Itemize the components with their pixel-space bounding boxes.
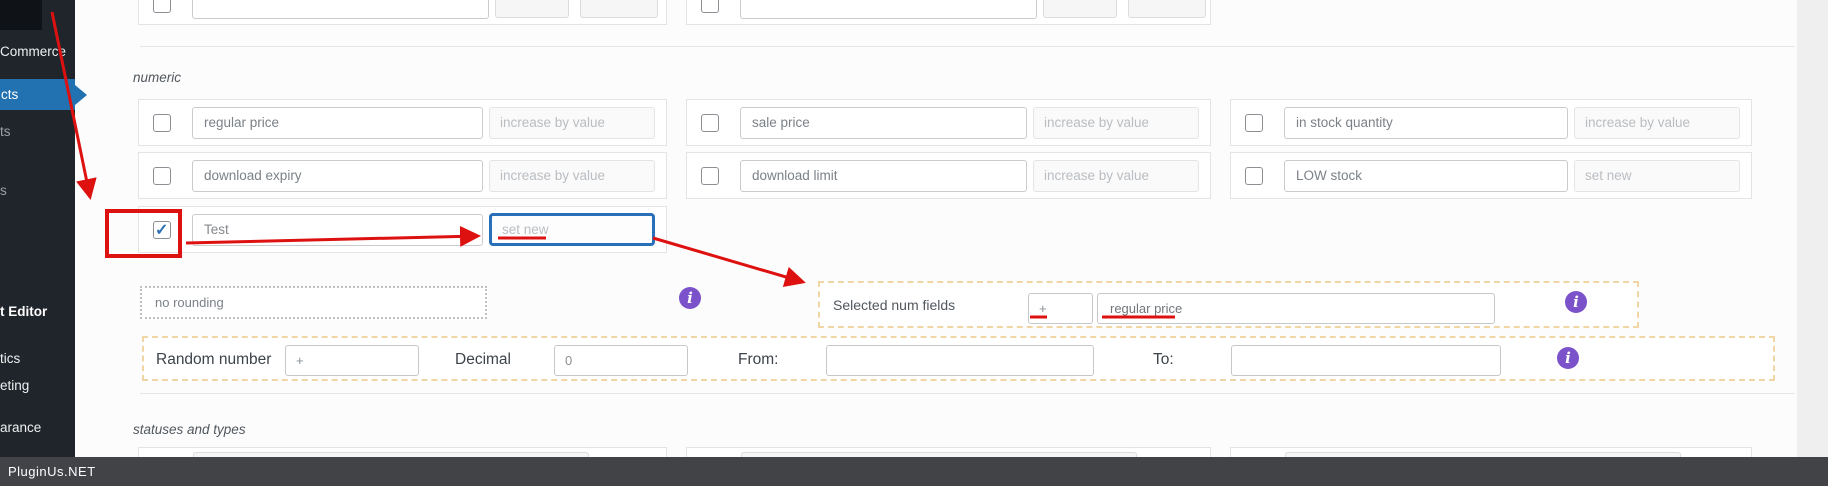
info-icon[interactable]: i <box>1565 291 1587 313</box>
admin-sidebar: Commerce cts ts s t Editor tics eting ar… <box>0 0 75 457</box>
field-row-in-stock-quantity <box>1230 99 1752 146</box>
to-input[interactable] <box>1231 345 1501 376</box>
sidebar-submenu-item-2[interactable]: s <box>0 183 75 198</box>
decimal-label: Decimal <box>455 351 511 368</box>
info-icon[interactable]: i <box>1557 347 1579 369</box>
sidebar-item-products-label: cts <box>1 87 19 102</box>
download-limit-action[interactable] <box>1033 159 1199 192</box>
field-row-download-limit <box>686 152 1211 199</box>
low-stock-action[interactable] <box>1574 159 1740 192</box>
set-new-action-focused[interactable] <box>489 213 655 246</box>
field-checkbox[interactable] <box>153 0 171 13</box>
statuses-section-label: statuses and types <box>133 422 246 437</box>
sale-price-action[interactable] <box>1033 106 1199 139</box>
to-label: To: <box>1153 351 1174 368</box>
no-rounding-toggle[interactable]: no rounding <box>140 286 487 319</box>
download-expiry-field[interactable] <box>192 159 483 192</box>
mini-select-1[interactable] <box>1043 0 1117 18</box>
regular-price-field[interactable] <box>192 106 483 139</box>
download-expiry-action[interactable] <box>489 159 655 192</box>
field-checkbox[interactable] <box>701 0 719 13</box>
numeric-section-label: numeric <box>133 70 182 85</box>
sale-price-checkbox[interactable] <box>701 113 719 132</box>
watermark-text: PluginUs.NET <box>8 464 96 479</box>
low-stock-field[interactable] <box>1284 159 1568 192</box>
operator-input[interactable] <box>1028 293 1093 324</box>
annotation-arrow-to-selected-fields <box>652 236 806 288</box>
random-number-panel: Random number Decimal From: To: <box>142 336 1775 381</box>
sidebar-item-products-active[interactable]: cts <box>0 79 75 110</box>
sidebar-item-woocommerce[interactable]: Commerce <box>0 44 75 59</box>
right-gutter <box>1797 0 1828 457</box>
regular-price-action[interactable] <box>489 106 655 139</box>
download-limit-checkbox[interactable] <box>701 166 719 185</box>
selected-num-fields-label: Selected num fields <box>833 297 956 313</box>
field-name-input[interactable] <box>740 0 1037 19</box>
low-stock-checkbox[interactable] <box>1245 166 1263 185</box>
selected-fields-input[interactable] <box>1097 293 1495 324</box>
sidebar-item-appearance[interactable]: arance <box>0 420 75 435</box>
sidebar-item-analytics[interactable]: tics <box>0 351 75 366</box>
field-row-download-expiry <box>138 152 667 199</box>
field-row-selected-test: ✓ <box>138 206 667 253</box>
download-limit-field[interactable] <box>740 159 1027 192</box>
regular-price-checkbox[interactable] <box>153 113 171 132</box>
section-divider <box>140 46 1795 47</box>
download-expiry-checkbox[interactable] <box>153 166 171 185</box>
sidebar-item-bulk-editor[interactable]: t Editor <box>0 304 75 319</box>
mini-select-2[interactable] <box>580 0 658 18</box>
mini-select-2[interactable] <box>1128 0 1206 18</box>
field-row-partial-top-1 <box>138 0 667 25</box>
sidebar-dark-block <box>0 0 42 30</box>
random-number-label: Random number <box>156 351 272 368</box>
test-field-input[interactable] <box>192 213 483 246</box>
field-name-input[interactable] <box>192 0 489 19</box>
field-row-partial-top-2 <box>686 0 1211 25</box>
checkmark-icon: ✓ <box>155 221 169 239</box>
sidebar-item-marketing[interactable]: eting <box>0 378 75 393</box>
watermark-bar: PluginUs.NET <box>0 457 1828 486</box>
in-stock-quantity-checkbox[interactable] <box>1245 113 1263 132</box>
field-row-regular-price <box>138 99 667 146</box>
decimal-input[interactable] <box>554 345 688 376</box>
from-input[interactable] <box>826 345 1094 376</box>
in-stock-quantity-field[interactable] <box>1284 106 1568 139</box>
active-menu-arrow-icon <box>75 85 87 105</box>
field-row-sale-price <box>686 99 1211 146</box>
sale-price-field[interactable] <box>740 106 1027 139</box>
mini-select-1[interactable] <box>495 0 569 18</box>
in-stock-quantity-action[interactable] <box>1574 106 1740 139</box>
sidebar-submenu-item-1[interactable]: ts <box>0 124 75 139</box>
random-operator-input[interactable] <box>285 345 419 376</box>
from-label: From: <box>738 351 779 368</box>
selected-num-fields-panel: Selected num fields <box>818 281 1639 328</box>
test-row-checkbox-checked[interactable]: ✓ <box>153 220 171 239</box>
section-divider <box>140 393 1795 394</box>
info-icon[interactable]: i <box>679 287 701 309</box>
field-row-low-stock <box>1230 152 1752 199</box>
